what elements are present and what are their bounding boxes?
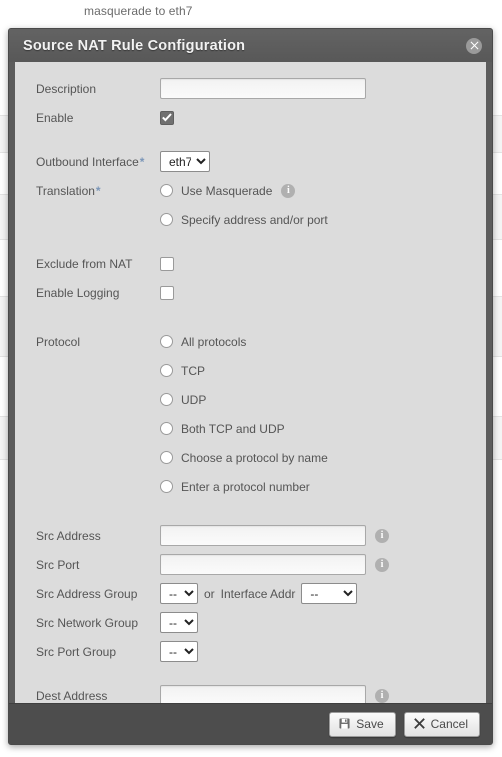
enable-checkbox[interactable] <box>160 110 174 125</box>
save-button-label: Save <box>356 716 384 731</box>
field-row-src-address-group: Src Address Group -- or Interface Addr -… <box>15 579 486 608</box>
outbound-interface-select[interactable]: eth7 <box>160 151 210 172</box>
x-mark-icon <box>413 718 425 729</box>
translation-label: Translation* <box>25 184 160 198</box>
cancel-button-label: Cancel <box>430 716 468 731</box>
src-address-group-select[interactable]: -- <box>160 583 198 604</box>
src-address-label: Src Address <box>36 528 101 543</box>
field-row-exclude-from-nat: Exclude from NAT <box>15 249 486 278</box>
src-port-label: Src Port <box>36 557 80 572</box>
field-row-src-network-group: Src Network Group -- <box>15 608 486 637</box>
required-marker: * <box>95 183 101 198</box>
field-row-src-port: Src Port i <box>15 550 486 579</box>
radio-label-use-masquerade: Use Masquerade <box>181 183 273 198</box>
field-row-enable-logging: Enable Logging <box>15 278 486 307</box>
radio-protocol-by-name[interactable] <box>160 451 173 464</box>
interface-addr-label-src: Interface Addr <box>220 586 296 601</box>
radio-label-udp: UDP <box>181 392 207 407</box>
field-row-enable: Enable <box>15 103 486 132</box>
dest-address-label: Dest Address <box>36 688 108 703</box>
description-label: Description <box>36 81 97 96</box>
radio-udp[interactable] <box>160 393 173 406</box>
field-row-protocol-tcp: TCP <box>15 356 486 385</box>
source-nat-rule-dialog: Source NAT Rule Configuration Descriptio… <box>8 28 493 745</box>
src-address-input[interactable] <box>160 525 366 546</box>
field-row-protocol-udp: UDP <box>15 385 486 414</box>
dialog-title: Source NAT Rule Configuration <box>23 37 246 54</box>
radio-label-all-protocols: All protocols <box>181 334 247 349</box>
exclude-from-nat-checkbox[interactable] <box>160 256 174 271</box>
enable-logging-label: Enable Logging <box>36 285 120 300</box>
info-icon-src-address[interactable]: i <box>375 528 389 543</box>
protocol-label: Protocol <box>36 334 81 349</box>
dest-address-input[interactable] <box>160 685 366 703</box>
enable-logging-checkbox[interactable] <box>160 285 174 300</box>
dialog-footer: Save Cancel <box>9 703 492 744</box>
or-text-src: or <box>204 586 215 601</box>
close-icon[interactable] <box>466 37 482 54</box>
floppy-disk-icon <box>339 718 350 729</box>
radio-use-masquerade[interactable] <box>160 184 173 197</box>
radio-all-protocols[interactable] <box>160 335 173 348</box>
field-row-protocol-by-number: Enter a protocol number <box>15 472 486 501</box>
radio-label-protocol-by-number: Enter a protocol number <box>181 479 310 494</box>
field-row-src-port-group: Src Port Group -- <box>15 637 486 666</box>
field-row-dest-address: Dest Address i <box>15 681 486 703</box>
enable-label: Enable <box>36 110 74 125</box>
radio-both-tcp-udp[interactable] <box>160 422 173 435</box>
field-row-protocol: Protocol All protocols <box>15 327 486 356</box>
translation-label-text: Translation <box>36 183 95 198</box>
description-input[interactable] <box>160 78 366 99</box>
info-icon-translation[interactable]: i <box>281 183 296 198</box>
field-row-translation: Translation* Use Masquerade i <box>15 176 486 205</box>
src-address-group-label: Src Address Group <box>36 586 138 601</box>
radio-protocol-by-number[interactable] <box>160 480 173 493</box>
radio-tcp[interactable] <box>160 364 173 377</box>
outbound-interface-label-text: Outbound Interface <box>36 154 139 169</box>
radio-specify-address-port[interactable] <box>160 213 173 226</box>
background-rule-caption: masquerade to eth7 <box>84 4 193 18</box>
cancel-button[interactable]: Cancel <box>403 711 480 737</box>
src-port-group-select[interactable]: -- <box>160 641 198 662</box>
save-button[interactable]: Save <box>329 711 396 737</box>
field-row-description: Description <box>15 74 486 103</box>
field-row-outbound-interface: Outbound Interface* eth7 <box>15 147 486 176</box>
required-marker: * <box>139 154 145 169</box>
radio-label-protocol-by-name: Choose a protocol by name <box>181 450 328 465</box>
dialog-body: Description Enable Outbound Interface* e… <box>9 62 492 703</box>
radio-label-both-tcp-udp: Both TCP and UDP <box>181 421 285 436</box>
src-interface-addr-select[interactable]: -- <box>301 583 358 604</box>
field-row-protocol-both: Both TCP and UDP <box>15 414 486 443</box>
radio-label-tcp: TCP <box>181 363 205 378</box>
src-network-group-select[interactable]: -- <box>160 612 198 633</box>
outbound-interface-label: Outbound Interface* <box>25 155 160 169</box>
info-icon-dest-address[interactable]: i <box>375 688 389 703</box>
exclude-from-nat-label: Exclude from NAT <box>36 256 133 271</box>
src-port-group-label: Src Port Group <box>36 644 117 659</box>
src-network-group-label: Src Network Group <box>36 615 139 630</box>
field-row-src-address: Src Address i <box>15 521 486 550</box>
radio-label-specify-address-port: Specify address and/or port <box>181 212 328 227</box>
info-icon-src-port[interactable]: i <box>375 557 389 572</box>
field-row-protocol-by-name: Choose a protocol by name <box>15 443 486 472</box>
field-row-translation-specify: Specify address and/or port <box>15 205 486 234</box>
src-port-input[interactable] <box>160 554 366 575</box>
dialog-header: Source NAT Rule Configuration <box>9 29 492 62</box>
